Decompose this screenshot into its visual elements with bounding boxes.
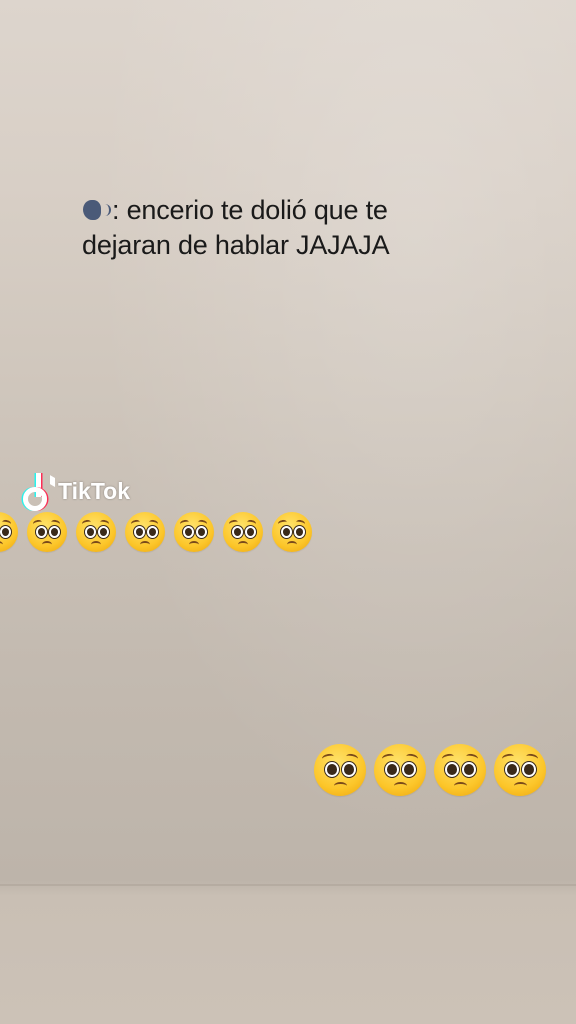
caption-line-1: : encerio te dolió que te (82, 193, 502, 228)
emoji-row-bottom (314, 744, 554, 807)
pleading-face-icon (314, 744, 366, 796)
pleading-face-icon (27, 512, 67, 552)
emoji-row-top (0, 512, 321, 561)
pleading-face-icon (0, 512, 18, 552)
pleading-face-icon (272, 512, 312, 552)
caption-line-2: dejaran de hablar JAJAJA (82, 230, 390, 260)
tiktok-watermark: TikTok (20, 469, 130, 511)
pleading-face-icon (494, 744, 546, 796)
pleading-face-icon (174, 512, 214, 552)
tiktok-note-icon (20, 469, 55, 511)
pleading-face-icon (125, 512, 165, 552)
video-caption: : encerio te dolió que te dejaran de hab… (82, 193, 502, 263)
pleading-face-icon (434, 744, 486, 796)
speaking-head-icon (82, 198, 111, 222)
pleading-face-icon (374, 744, 426, 796)
caption-line-1-text: : encerio te dolió que te (112, 195, 388, 225)
pleading-face-icon (223, 512, 263, 552)
tiktok-brand-label: TikTok (58, 477, 130, 504)
wall-floor-edge (0, 884, 576, 886)
pleading-face-icon (76, 512, 116, 552)
